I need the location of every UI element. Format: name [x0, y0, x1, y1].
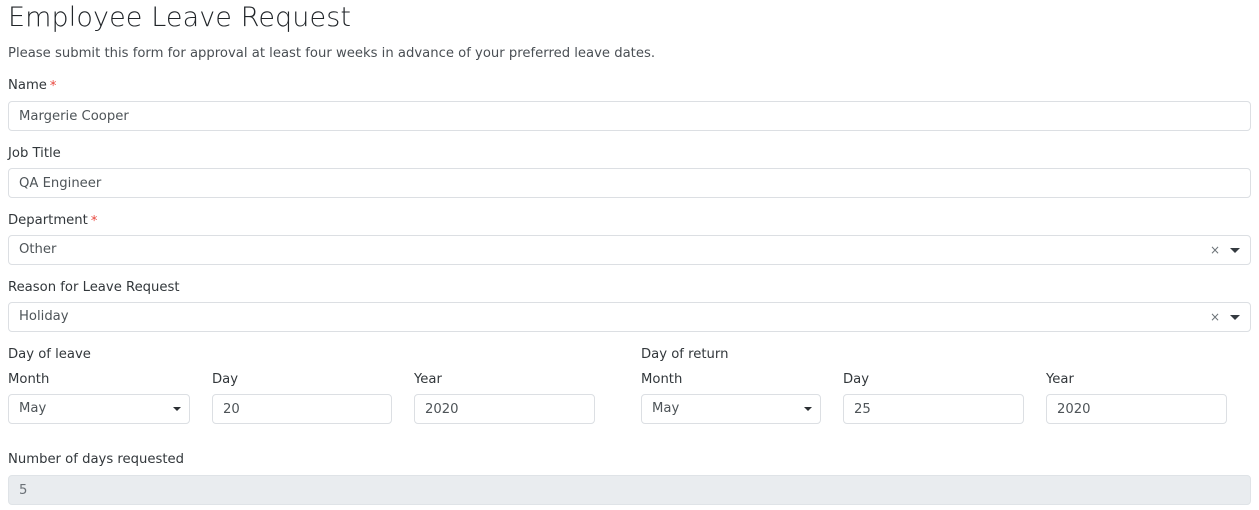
leave-year-label: Year: [414, 371, 442, 388]
leave-month-caret-down-icon: [173, 405, 181, 413]
reason-selected-value: Holiday: [19, 303, 1208, 331]
department-clear-icon[interactable]: ×: [1208, 244, 1222, 256]
name-label: Name*: [8, 77, 56, 94]
department-selected-value: Other: [19, 236, 1208, 264]
leave-day-input[interactable]: [212, 394, 392, 424]
department-label: Department*: [8, 212, 97, 229]
department-label-text: Department: [8, 213, 88, 228]
form-instructions: Please submit this form for approval at …: [8, 45, 655, 63]
return-month-caret-down-icon: [804, 405, 812, 413]
department-required-asterisk: *: [91, 214, 98, 229]
job-title-label-text: Job Title: [8, 146, 61, 161]
leave-month-value: May: [19, 395, 173, 423]
return-day-input[interactable]: [843, 394, 1024, 424]
day-of-return-group-label: Day of return: [641, 346, 728, 363]
department-select[interactable]: Other ×: [8, 235, 1251, 265]
reason-select[interactable]: Holiday ×: [8, 302, 1251, 332]
name-required-asterisk: *: [50, 79, 57, 94]
return-day-label: Day: [843, 371, 869, 388]
job-title-input[interactable]: [8, 168, 1251, 198]
return-month-select[interactable]: May: [641, 394, 821, 424]
return-year-label: Year: [1046, 371, 1074, 388]
leave-month-select[interactable]: May: [8, 394, 190, 424]
leave-month-label: Month: [8, 371, 49, 388]
page-title: Employee Leave Request: [8, 2, 351, 34]
department-chevron-down-icon[interactable]: [1230, 245, 1240, 255]
leave-year-input[interactable]: [414, 394, 595, 424]
job-title-label: Job Title: [8, 145, 61, 162]
reason-label: Reason for Leave Request: [8, 279, 180, 296]
return-month-value: May: [652, 395, 804, 423]
reason-chevron-down-icon[interactable]: [1230, 312, 1240, 322]
reason-clear-icon[interactable]: ×: [1208, 311, 1222, 323]
day-of-leave-group-label: Day of leave: [8, 346, 91, 363]
return-year-input[interactable]: [1046, 394, 1227, 424]
days-requested-label: Number of days requested: [8, 451, 184, 468]
name-input[interactable]: [8, 101, 1251, 131]
name-label-text: Name: [8, 78, 47, 93]
reason-label-text: Reason for Leave Request: [8, 280, 180, 295]
leave-request-form: Employee Leave Request Please submit thi…: [0, 0, 1259, 510]
leave-day-label: Day: [212, 371, 238, 388]
days-requested-input: [8, 475, 1251, 505]
return-month-label: Month: [641, 371, 682, 388]
